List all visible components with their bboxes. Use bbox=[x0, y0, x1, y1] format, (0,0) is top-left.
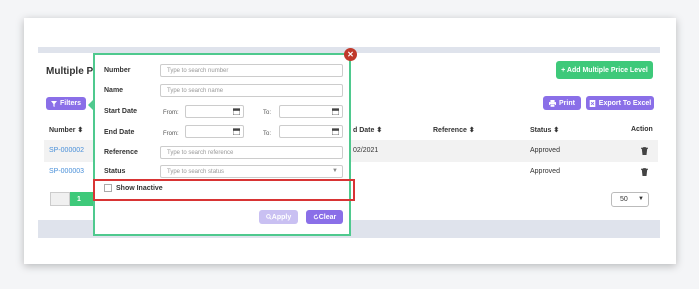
status-select[interactable]: Type to search status ▼ bbox=[160, 165, 343, 178]
export-button-label: Export To Excel bbox=[598, 99, 652, 107]
row-number-link[interactable]: SP-000003 bbox=[49, 168, 84, 175]
reference-placeholder: Type to search reference bbox=[167, 149, 234, 156]
trash-icon[interactable] bbox=[641, 147, 648, 155]
page-size-value: 50 bbox=[620, 196, 628, 203]
reference-search-input[interactable]: Type to search reference bbox=[160, 146, 343, 159]
end-date-label: End Date bbox=[104, 129, 135, 136]
current-page[interactable]: 1 bbox=[70, 192, 88, 206]
start-date-label: Start Date bbox=[104, 108, 138, 115]
sort-icon: ⬍ bbox=[468, 127, 475, 134]
status-placeholder: Type to search status bbox=[167, 168, 225, 175]
column-header-number[interactable]: Number ⬍ bbox=[49, 126, 83, 134]
filter-panel bbox=[93, 53, 351, 236]
end-date-to-input[interactable] bbox=[279, 125, 343, 138]
clear-button-label: Clear bbox=[318, 213, 337, 221]
column-header-action: Action bbox=[631, 126, 653, 133]
sort-icon: ⬍ bbox=[553, 127, 560, 134]
column-header-reference[interactable]: Reference ⬍ bbox=[433, 126, 475, 134]
name-search-input[interactable]: Type to search name bbox=[160, 84, 343, 97]
row-status: Approved bbox=[530, 147, 560, 154]
calendar-icon[interactable] bbox=[332, 108, 339, 115]
start-to-label: To: bbox=[263, 110, 272, 116]
row-number-link[interactable]: SP-000002 bbox=[49, 147, 84, 154]
end-from-label: From: bbox=[163, 131, 179, 137]
sort-icon: ⬍ bbox=[77, 127, 84, 134]
chevron-down-icon: ▼ bbox=[332, 168, 338, 174]
print-icon bbox=[549, 99, 557, 107]
number-search-input[interactable]: Type to search number bbox=[160, 64, 343, 77]
end-to-label: To: bbox=[263, 131, 272, 137]
name-label: Name bbox=[104, 87, 124, 94]
chevron-down-icon: ▼ bbox=[638, 196, 644, 202]
clear-button[interactable]: Clear bbox=[306, 210, 343, 224]
status-label: Status bbox=[104, 168, 126, 175]
column-header-status[interactable]: Status ⬍ bbox=[530, 126, 559, 134]
start-date-from-input[interactable] bbox=[185, 105, 244, 118]
show-inactive-label: Show Inactive bbox=[116, 185, 163, 192]
close-icon[interactable]: ✕ bbox=[344, 48, 357, 61]
end-date-from-input[interactable] bbox=[185, 125, 244, 138]
apply-button-label: Apply bbox=[271, 213, 292, 221]
trash-icon[interactable] bbox=[641, 168, 648, 176]
print-button-label: Print bbox=[559, 99, 575, 107]
print-button[interactable]: Print bbox=[543, 96, 581, 110]
filter-icon bbox=[50, 100, 57, 107]
column-header-end-date[interactable]: d Date ⬍ bbox=[353, 126, 382, 134]
name-placeholder: Type to search name bbox=[167, 87, 224, 94]
add-multiple-price-level-button[interactable]: + Add Multiple Price Level bbox=[556, 61, 653, 79]
number-placeholder: Type to search number bbox=[167, 67, 229, 74]
filters-button[interactable]: Filters bbox=[46, 97, 86, 110]
reference-label: Reference bbox=[104, 149, 138, 156]
apply-button[interactable]: Apply bbox=[259, 210, 298, 224]
prev-page-button[interactable] bbox=[50, 192, 70, 206]
calendar-icon[interactable] bbox=[233, 128, 240, 135]
start-date-to-input[interactable] bbox=[279, 105, 343, 118]
calendar-icon[interactable] bbox=[233, 108, 240, 115]
add-button-label: + Add Multiple Price Level bbox=[561, 66, 648, 74]
start-from-label: From: bbox=[163, 110, 179, 116]
page-size-select[interactable]: 50 ▼ bbox=[611, 192, 649, 207]
show-inactive-checkbox[interactable] bbox=[104, 184, 112, 192]
filters-button-label: Filters bbox=[59, 100, 81, 107]
excel-icon bbox=[589, 99, 596, 107]
calendar-icon[interactable] bbox=[332, 128, 339, 135]
export-to-excel-button[interactable]: Export To Excel bbox=[586, 96, 654, 110]
row-status: Approved bbox=[530, 168, 560, 175]
row-end-date: 02/2021 bbox=[353, 147, 379, 154]
number-label: Number bbox=[104, 67, 131, 74]
sort-icon: ⬍ bbox=[376, 127, 383, 134]
